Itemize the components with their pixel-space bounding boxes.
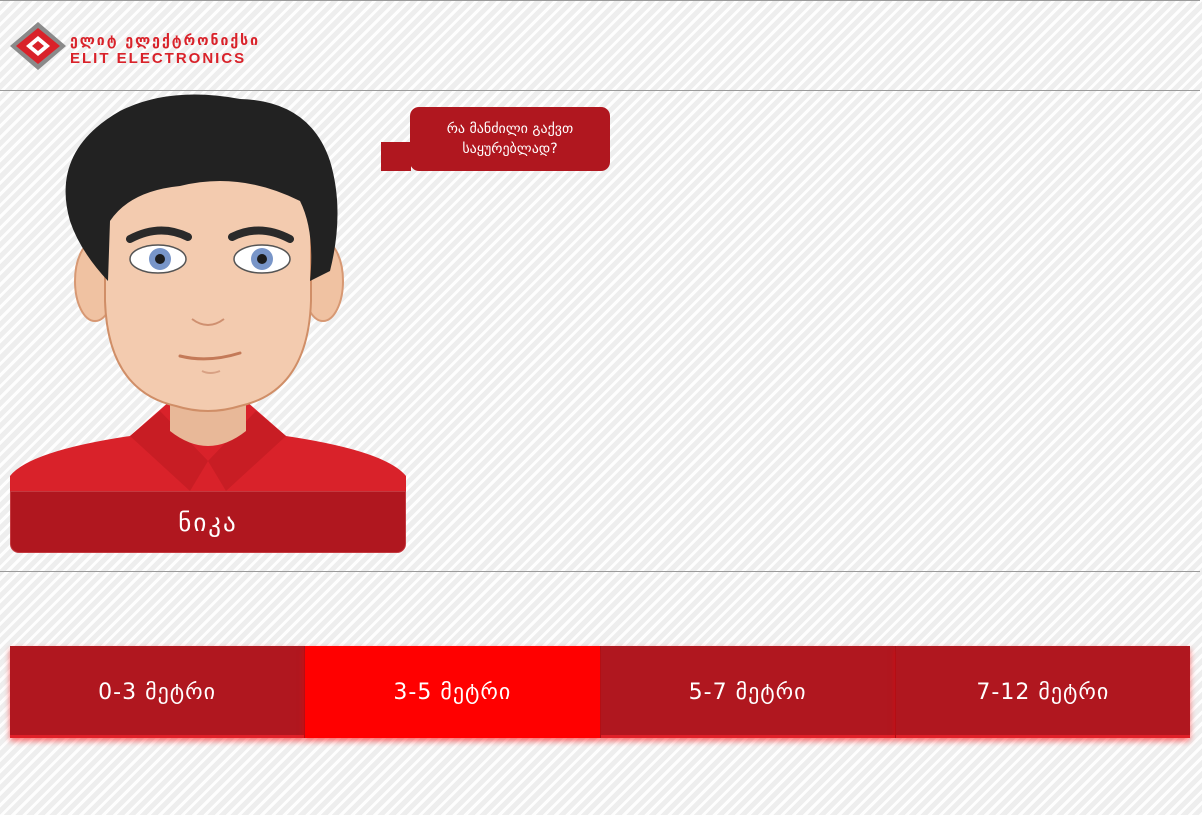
option-3-5-meters-button[interactable]: 3-5 მეტრი bbox=[305, 646, 601, 738]
assistant-avatar bbox=[10, 91, 406, 491]
distance-options: 0-3 მეტრი 3-5 მეტრი 5-7 მეტრი 7-12 მეტრი bbox=[10, 646, 1190, 738]
header-divider bbox=[0, 0, 1200, 1]
option-5-7-meters-button[interactable]: 5-7 მეტრი bbox=[600, 646, 896, 738]
speech-bubble-tail bbox=[381, 142, 411, 171]
content-divider bbox=[0, 571, 1200, 572]
option-7-12-meters-button[interactable]: 7-12 მეტრი bbox=[895, 646, 1190, 738]
logo-text-georgian: ელიტ ელექტრონიქსი bbox=[70, 33, 261, 49]
speech-bubble: რა მანძილი გაქვთ საყურებლად? bbox=[410, 107, 610, 171]
logo-text-english: ELIT ELECTRONICS bbox=[70, 50, 247, 67]
assistant-name-label: ნიკა bbox=[10, 491, 406, 553]
elit-logo-icon bbox=[10, 22, 66, 70]
brand-logo[interactable]: ელიტ ელექტრონიქსი ELIT ELECTRONICS bbox=[10, 22, 282, 70]
option-0-3-meters-button[interactable]: 0-3 მეტრი bbox=[10, 646, 306, 738]
